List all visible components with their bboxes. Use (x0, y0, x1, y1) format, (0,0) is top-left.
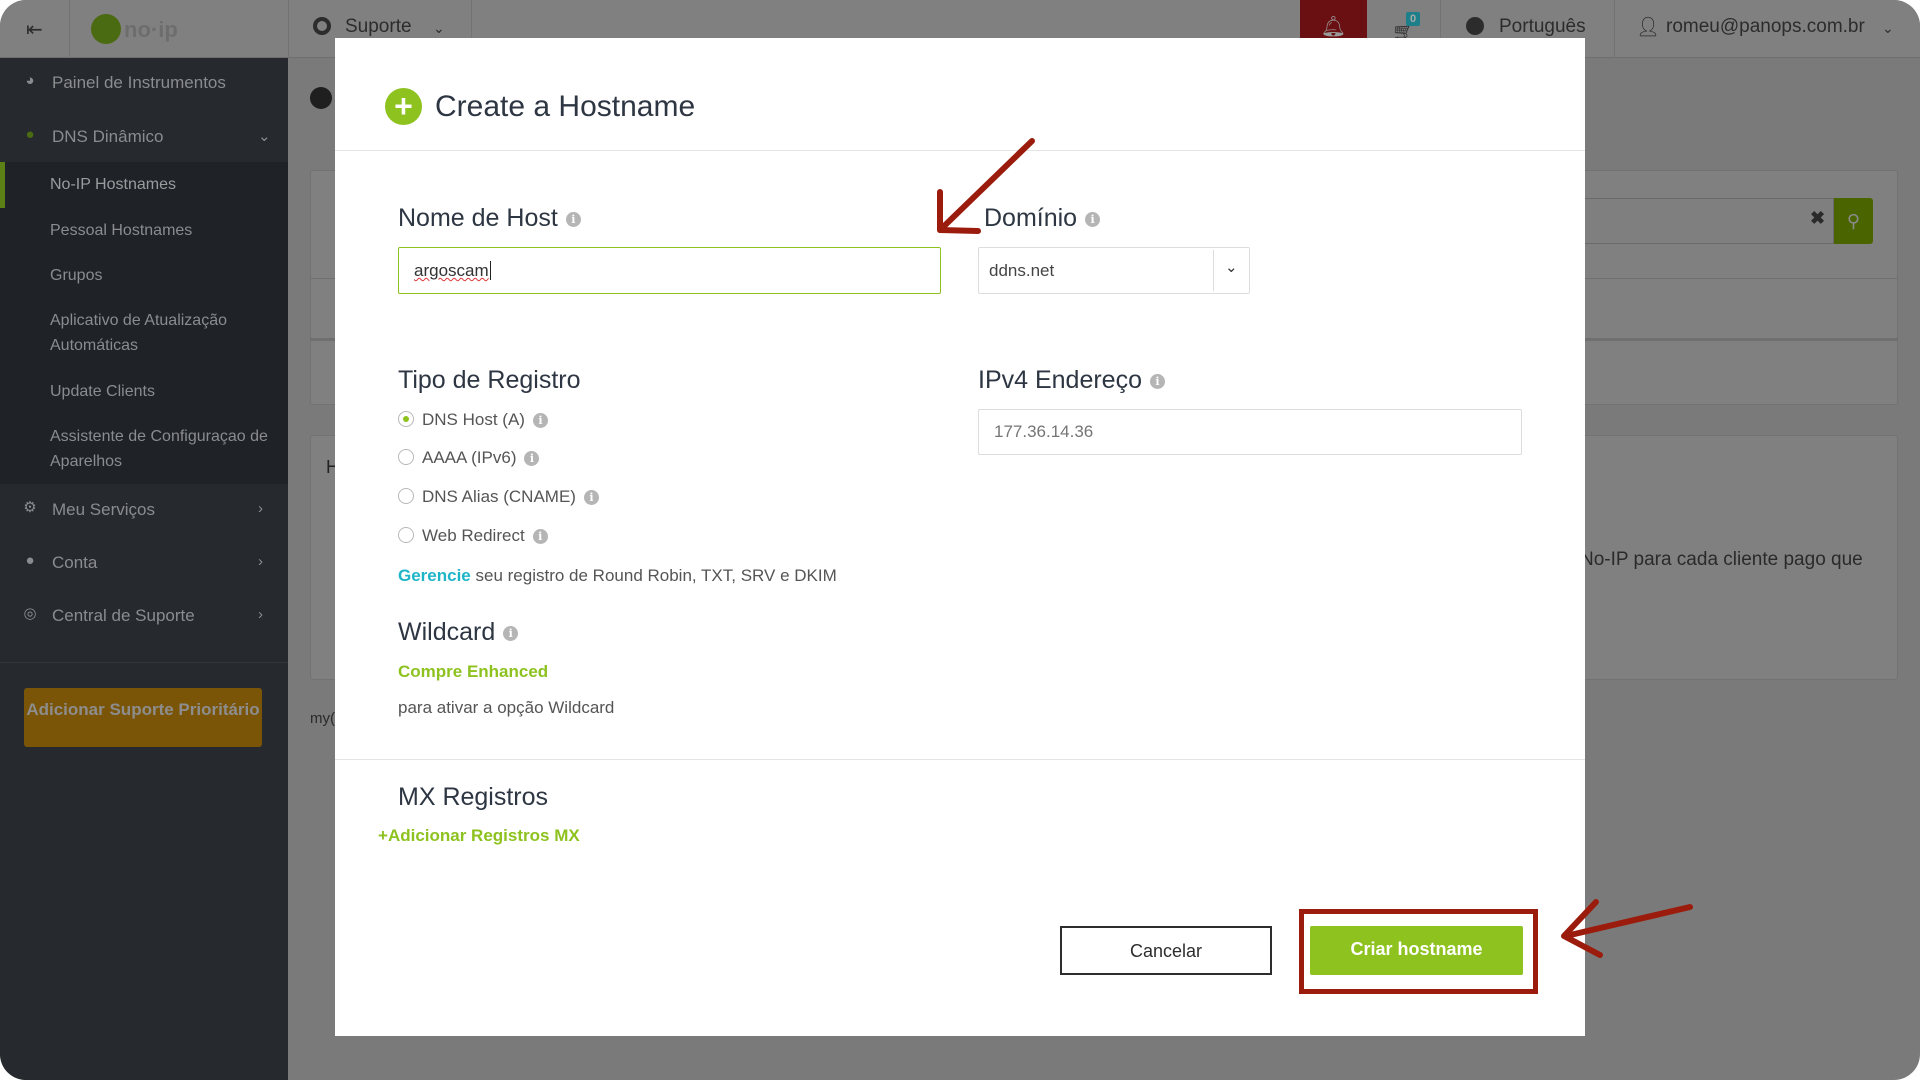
annotation-arrows (937, 138, 1693, 958)
annotation-arrow (937, 138, 1035, 234)
app-window: ⇤ no·ip Suporte ⌄ 🔔︎ 🛒︎ 0 Português 👤︎ r… (0, 0, 1920, 1080)
annotation-arrow (1561, 899, 1693, 958)
